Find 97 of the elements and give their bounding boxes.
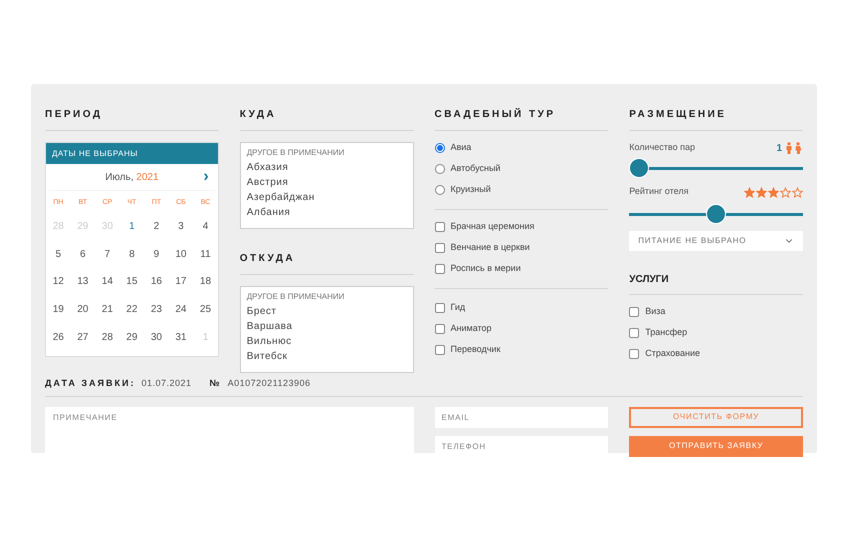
checkbox-label: Аниматор: [450, 322, 492, 335]
checkbox[interactable]: [629, 306, 640, 316]
list-box[interactable]: ДРУГОЕ В ПРИМЕЧАНИИ Абхазия Австрия Азербайджан Албания: [240, 142, 414, 229]
star-outline-icon: [780, 186, 791, 198]
banner-text: ДАТЫ НЕ ВЫБРАНЫ: [52, 148, 138, 160]
checkbox[interactable]: [434, 344, 444, 354]
checkbox[interactable]: [629, 348, 640, 358]
calendar-day[interactable]: 21: [95, 302, 120, 318]
list-option[interactable]: Австрия: [246, 175, 406, 190]
checkbox[interactable]: [434, 242, 444, 252]
list-option[interactable]: Витебск: [246, 349, 406, 364]
calendar-day[interactable]: 14: [95, 274, 120, 290]
checkbox-label: Роспись в мерии: [450, 262, 521, 275]
section-heading: СВАДЕБНЫЙ ТУР: [434, 109, 556, 120]
calendar-day[interactable]: 22: [120, 302, 144, 318]
list-option[interactable]: Брест: [246, 304, 406, 319]
radio-button[interactable]: [434, 184, 444, 194]
star-icon: [744, 186, 755, 198]
calendar-day[interactable]: 19: [46, 302, 71, 318]
rating-label: Рейтинг отеля: [629, 185, 688, 198]
calendar-day[interactable]: 12: [46, 274, 71, 290]
calendar-day[interactable]: 8: [120, 246, 144, 262]
calendar-day[interactable]: 26: [46, 330, 71, 345]
meals-select[interactable]: ПИТАНИЕ НЕ ВЫБРАНО: [629, 231, 803, 251]
checkbox-label: Страхование: [645, 346, 700, 360]
radio-label: Автобусный: [450, 162, 500, 175]
star-icon: [756, 186, 767, 198]
list-option[interactable]: Варшава: [246, 319, 406, 334]
slider[interactable]: [629, 204, 803, 224]
checkbox-label: Гид: [450, 300, 466, 314]
couple-icon: [785, 142, 803, 154]
section-heading: КУДА: [240, 109, 276, 120]
calendar-day[interactable]: 5: [46, 246, 71, 262]
calendar-day[interactable]: 2: [144, 219, 169, 234]
calendar-day[interactable]: 23: [144, 302, 169, 318]
list-option[interactable]: Вильнюс: [246, 334, 406, 349]
checkbox-label: Виза: [645, 304, 666, 318]
calendar-day[interactable]: 4: [193, 219, 218, 234]
month-label: Июль, 2021: [105, 170, 159, 184]
checkbox[interactable]: [629, 328, 640, 338]
calendar-day[interactable]: 31: [168, 330, 194, 345]
date-value: 01.07.2021: [141, 377, 192, 390]
checkbox[interactable]: [434, 264, 444, 274]
calendar-day[interactable]: 17: [168, 274, 194, 290]
checkbox[interactable]: [434, 222, 444, 232]
calendar-day[interactable]: 30: [144, 330, 169, 345]
next-month-button[interactable]: ›: [203, 169, 209, 185]
calendar-day[interactable]: 24: [168, 302, 194, 318]
section-heading: ПЕРИОД: [45, 109, 102, 120]
checkbox[interactable]: [434, 324, 444, 334]
star-rating[interactable]: [744, 186, 803, 198]
date-label: ДАТА ЗАЯВКИ:: [45, 377, 136, 390]
checkbox-label: Трансфер: [645, 326, 688, 339]
radio-button[interactable]: [434, 142, 444, 152]
calendar-day[interactable]: 28: [95, 330, 120, 345]
slider[interactable]: [629, 158, 803, 178]
calendar-day[interactable]: 1: [120, 219, 144, 234]
pairs-count: 1: [776, 142, 782, 156]
star-outline-icon: [792, 186, 803, 198]
checkbox-label: Брачная церемония: [450, 220, 534, 233]
calendar-day[interactable]: 15: [120, 274, 144, 290]
note-field[interactable]: ПРИМЕЧАНИЕ: [45, 406, 414, 456]
section-heading: УСЛУГИ: [629, 274, 669, 285]
calendar-day[interactable]: 29: [120, 330, 144, 345]
request-number: A01072021123906: [228, 377, 310, 390]
calendar-day[interactable]: 13: [70, 274, 96, 290]
radio-button[interactable]: [434, 164, 444, 174]
list-option[interactable]: Албания: [246, 205, 406, 220]
list-option[interactable]: Абхазия: [246, 160, 406, 175]
calendar-day[interactable]: 27: [70, 330, 96, 345]
pairs-label: Количество пар: [629, 141, 695, 154]
slider-thumb[interactable]: [706, 204, 726, 224]
radio-label: Авиа: [450, 140, 472, 154]
star-icon: [768, 186, 779, 198]
calendar-day[interactable]: 25: [193, 302, 218, 318]
list-option[interactable]: ДРУГОЕ В ПРИМЕЧАНИИ: [246, 146, 406, 160]
email-field[interactable]: EMAIL: [434, 406, 608, 428]
list-box[interactable]: ДРУГОЕ В ПРИМЕЧАНИИ Брест Варшава Вильнюс Витебск: [240, 286, 414, 373]
calendar-day[interactable]: 6: [70, 246, 96, 262]
number-sign: №: [210, 377, 220, 390]
calendar-day[interactable]: 9: [144, 246, 169, 262]
list-option[interactable]: ДРУГОЕ В ПРИМЕЧАНИИ: [246, 290, 406, 304]
calendar-day[interactable]: 20: [70, 302, 96, 318]
calendar-day[interactable]: 11: [193, 246, 218, 262]
checkbox-label: Переводчик: [450, 342, 500, 356]
calendar-day[interactable]: 16: [144, 274, 169, 290]
checkbox-label: Венчание в церкви: [450, 240, 530, 254]
list-option[interactable]: Азербайджан: [246, 190, 406, 205]
section-heading: РАЗМЕЩЕНИЕ: [629, 109, 726, 120]
calendar-day[interactable]: 3: [168, 219, 194, 234]
section-heading: ОТКУДА: [240, 253, 296, 264]
slider-thumb[interactable]: [629, 158, 650, 178]
calendar-day[interactable]: 7: [95, 246, 120, 262]
calendar-day[interactable]: 18: [193, 274, 218, 290]
checkbox[interactable]: [434, 302, 444, 312]
calendar-day[interactable]: 10: [168, 246, 194, 262]
radio-label: Круизный: [450, 182, 491, 196]
